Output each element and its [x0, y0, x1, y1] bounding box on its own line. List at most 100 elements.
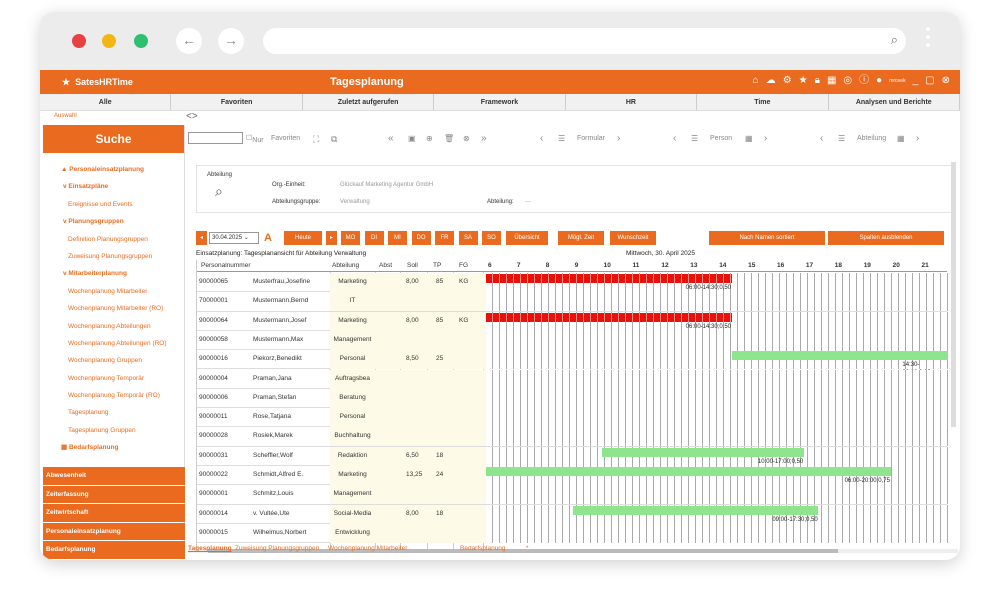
nav-arrows[interactable]: <>	[186, 111, 198, 122]
first-record-icon[interactable]: «	[388, 133, 394, 145]
accordion-item-0[interactable]: Abwesenheit	[43, 467, 185, 485]
accordion-item-2[interactable]: Zeitwirtschaft	[43, 504, 185, 522]
gear-icon[interactable]: ⚙	[783, 74, 792, 88]
bottom-tab-4[interactable]: *	[526, 544, 529, 554]
next-department-icon[interactable]: ›	[916, 133, 919, 145]
auswahl-tab[interactable]: Auswahl	[54, 113, 77, 119]
tree-item-0[interactable]: ▲ Personaleinsatzplanung	[43, 161, 185, 178]
formular-label[interactable]: Formular	[577, 133, 605, 145]
nur-checkbox[interactable]: ☐ Nur	[246, 133, 264, 145]
col-abst[interactable]: Abst	[379, 262, 392, 270]
prev-form-icon[interactable]: ‹	[540, 133, 543, 145]
shift-bar[interactable]	[486, 312, 732, 322]
tree-item-1[interactable]: v Einsatzpläne	[43, 178, 185, 195]
tree-item-13[interactable]: Wochenplanung Temporär (RO)	[43, 387, 185, 404]
col-soll[interactable]: Soll	[407, 262, 418, 270]
next-form-icon[interactable]: ›	[617, 133, 620, 145]
wunschzeit-button[interactable]: Wunschzeit	[610, 231, 656, 245]
shift-bar[interactable]	[572, 505, 819, 515]
accordion-item-4[interactable]: Bedarfsplanung	[43, 541, 185, 559]
home-icon[interactable]: ⌂	[753, 74, 759, 88]
tree-item-3[interactable]: v Planungsgruppen	[43, 213, 185, 230]
delete-icon[interactable]: 🗑︎	[444, 133, 454, 145]
close-icon[interactable]: ⊗	[942, 74, 950, 88]
menu-item-2[interactable]: Zuletzt aufgerufen	[303, 94, 435, 110]
lock-icon[interactable]: 🔒︎	[815, 74, 820, 88]
shift-bar[interactable]	[601, 447, 804, 457]
col-fg[interactable]: FG	[459, 262, 468, 270]
hide-columns-button[interactable]: Spalten ausblenden	[828, 231, 944, 245]
tree-item-10[interactable]: Wochenplanung Abteilungen (RO)	[43, 335, 185, 352]
accordion-item-1[interactable]: Zeiterfassung	[43, 485, 185, 504]
tree-item-4[interactable]: Definition Planungsgruppen	[43, 231, 185, 248]
minimize-icon[interactable]: _	[913, 74, 919, 88]
open-external-icon[interactable]: ⧉	[331, 133, 337, 145]
vertical-scrollbar[interactable]	[951, 162, 956, 427]
cancel-icon[interactable]: ⊗	[463, 133, 470, 145]
bottom-tab-2[interactable]: Wochenplanung Mitarbeiter	[328, 544, 407, 554]
star-icon[interactable]: ★	[799, 74, 808, 88]
tree-item-12[interactable]: Wochenplanung Temporär	[43, 370, 185, 387]
tree-item-14[interactable]: Tagesplanung	[43, 404, 185, 421]
info-icon[interactable]: ⓘ	[859, 74, 869, 88]
prev-person-icon[interactable]: ‹	[673, 133, 676, 145]
department-calendar-icon[interactable]: ▦	[897, 133, 905, 145]
expand-icon[interactable]: ⛶	[313, 133, 319, 145]
shift-bar[interactable]	[486, 467, 891, 476]
maximize-window-dot[interactable]	[134, 34, 148, 48]
menu-item-3[interactable]: Framework	[434, 94, 566, 110]
cloud-icon[interactable]: ☁	[766, 74, 776, 88]
tree-item-15[interactable]: Tagesplanung Gruppen	[43, 422, 185, 439]
maximize-icon[interactable]: ▢	[925, 74, 934, 88]
shift-bar[interactable]	[486, 274, 732, 283]
tree-item-16[interactable]: ▦ Bedarfsplanung	[43, 439, 185, 456]
menu-item-0[interactable]: Alle	[40, 94, 172, 110]
weekday-button-mo[interactable]: MO	[341, 231, 360, 245]
weekday-button-so[interactable]: SO	[482, 231, 501, 245]
minimize-window-dot[interactable]	[102, 34, 116, 48]
menu-item-6[interactable]: Analysen und Berichte	[829, 94, 960, 110]
sort-button[interactable]: Nach Namen sortiert	[709, 231, 825, 245]
a-icon[interactable]: A	[264, 231, 272, 245]
tree-item-7[interactable]: Wochenplanung Mitarbeiter	[43, 283, 185, 300]
shift-bar[interactable]	[731, 351, 949, 361]
favoriten-label[interactable]: Favoriten	[271, 133, 300, 145]
heute-button[interactable]: Heute	[284, 231, 322, 245]
address-bar[interactable]: ⌕	[263, 28, 906, 54]
weekday-button-sa[interactable]: SA	[458, 231, 478, 245]
menu-item-4[interactable]: HR	[566, 94, 698, 110]
back-arrow-icon[interactable]: ←	[176, 28, 202, 54]
search-icon[interactable]: ⌕	[215, 184, 223, 198]
tree-item-11[interactable]: Wochenplanung Gruppen	[43, 352, 185, 369]
tree-item-5[interactable]: Zuweisung Planungsgruppen	[43, 248, 185, 265]
abteilung-label[interactable]: Abteilung	[857, 133, 886, 145]
weekday-button-mi[interactable]: MI	[388, 231, 407, 245]
calendar-icon[interactable]: ▦	[827, 74, 836, 88]
tree-item-9[interactable]: Wochenplanung Abteilungen	[43, 318, 185, 335]
menu-item-1[interactable]: Favoriten	[171, 94, 303, 110]
person-label[interactable]: Person	[710, 133, 732, 145]
search-panel-title[interactable]: Suche	[43, 125, 184, 153]
last-record-icon[interactable]: »	[481, 133, 487, 145]
tree-item-2[interactable]: Ereignisse und Events	[43, 196, 185, 213]
bottom-tab-3[interactable]: Bedarfsplanung	[460, 544, 506, 554]
bottom-tab-0[interactable]: Tagesplanung	[188, 544, 232, 554]
bottom-tab-1[interactable]: Zuweisung Planungsgruppen	[235, 544, 319, 554]
department-list-icon[interactable]: ☰	[838, 133, 845, 145]
moegl-zeit-button[interactable]: Mögl. Zeit	[558, 231, 604, 245]
user-icon[interactable]: ●	[876, 74, 882, 88]
prev-department-icon[interactable]: ‹	[820, 133, 823, 145]
forward-arrow-icon[interactable]: →	[218, 28, 244, 54]
tree-item-8[interactable]: Wochenplanung Mitarbeiter (RO)	[43, 300, 185, 317]
menu-item-5[interactable]: Time	[697, 94, 829, 110]
kebab-menu-icon[interactable]	[926, 27, 930, 51]
search-input[interactable]	[188, 132, 243, 144]
weekday-button-fr[interactable]: FR	[435, 231, 454, 245]
close-window-dot[interactable]	[72, 34, 86, 48]
next-person-icon[interactable]: ›	[764, 133, 767, 145]
save-icon[interactable]: ▣	[408, 133, 416, 145]
person-calendar-icon[interactable]: ▦	[745, 133, 753, 145]
next-day-button[interactable]: ▸	[326, 231, 337, 245]
search-icon[interactable]: ⌕	[891, 33, 898, 47]
user-name[interactable]: mrosek	[889, 74, 905, 88]
